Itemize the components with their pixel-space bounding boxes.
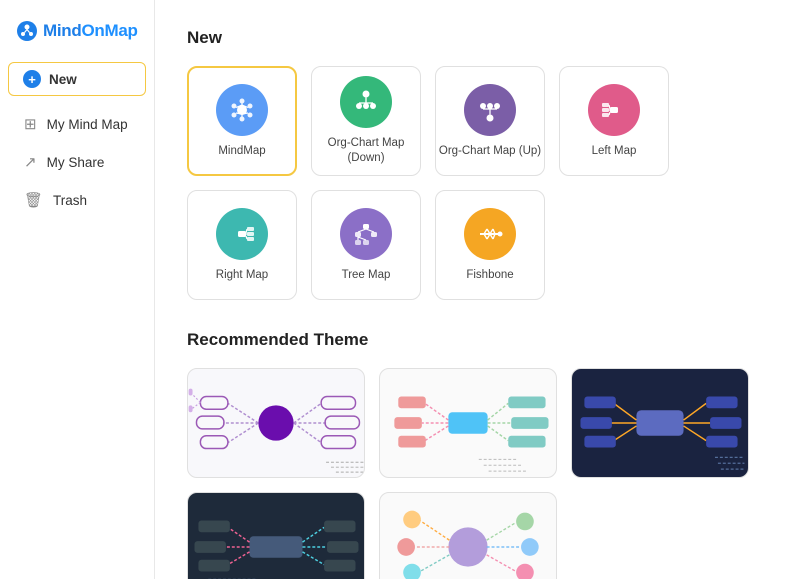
logo: MindOnMap [0, 12, 154, 60]
theme-card-2[interactable] [379, 368, 557, 478]
theme-preview-1 [188, 369, 364, 477]
sidebar-item-mymindmap[interactable]: ⊞ My Mind Map [8, 106, 146, 142]
card-mindmap[interactable]: MindMap [187, 66, 297, 176]
theme-grid [187, 368, 768, 579]
left-map-label: Left Map [592, 144, 637, 159]
main-content: New MindMap Org-Chart Map (Down) Org-Cha… [155, 0, 800, 579]
card-left-map[interactable]: Left Map [559, 66, 669, 176]
theme-card-5[interactable] [379, 492, 557, 579]
logo-icon [16, 20, 38, 42]
map-type-grid: MindMap Org-Chart Map (Down) Org-Chart M… [187, 66, 768, 300]
card-tree-map[interactable]: Tree Map [311, 190, 421, 300]
card-org-down[interactable]: Org-Chart Map (Down) [311, 66, 421, 176]
sidebar-item-myshare[interactable]: ↗ My Share [8, 144, 146, 180]
new-plus-icon: + [23, 70, 41, 88]
org-up-icon [464, 84, 516, 136]
new-button[interactable]: + New [8, 62, 146, 96]
tree-map-label: Tree Map [342, 268, 391, 283]
left-map-icon [588, 84, 640, 136]
theme-preview-4 [188, 493, 364, 579]
logo-text: MindOnMap [43, 21, 138, 41]
theme-card-3[interactable] [571, 368, 749, 478]
sidebar-item-myshare-label: My Share [47, 155, 105, 170]
sidebar-item-mymindmap-label: My Mind Map [47, 117, 128, 132]
sidebar: MindOnMap + New ⊞ My Mind Map ↗ My Share… [0, 0, 155, 579]
right-map-icon [216, 208, 268, 260]
card-org-up[interactable]: Org-Chart Map (Up) [435, 66, 545, 176]
new-button-label: New [49, 72, 77, 87]
org-down-label: Org-Chart Map (Down) [312, 136, 420, 166]
theme-card-1[interactable] [187, 368, 365, 478]
card-right-map[interactable]: Right Map [187, 190, 297, 300]
new-section-title: New [187, 28, 768, 48]
org-up-label: Org-Chart Map (Up) [439, 144, 541, 159]
theme-card-4[interactable] [187, 492, 365, 579]
recommended-section-title: Recommended Theme [187, 330, 768, 350]
grid-icon: ⊞ [24, 115, 37, 133]
fishbone-label: Fishbone [466, 268, 513, 283]
share-icon: ↗ [24, 153, 37, 171]
fishbone-icon [464, 208, 516, 260]
tree-map-icon [340, 208, 392, 260]
mindmap-label: MindMap [218, 144, 265, 159]
sidebar-item-trash[interactable]: 🗑 Trash [8, 182, 146, 218]
sidebar-item-trash-label: Trash [53, 193, 87, 208]
mindmap-icon [216, 84, 268, 136]
trash-icon: 🗑 [24, 191, 43, 209]
card-fishbone[interactable]: Fishbone [435, 190, 545, 300]
right-map-label: Right Map [216, 268, 268, 283]
theme-preview-2 [380, 369, 556, 477]
org-down-icon [340, 76, 392, 128]
theme-preview-3 [572, 369, 748, 477]
theme-preview-5 [380, 493, 556, 579]
